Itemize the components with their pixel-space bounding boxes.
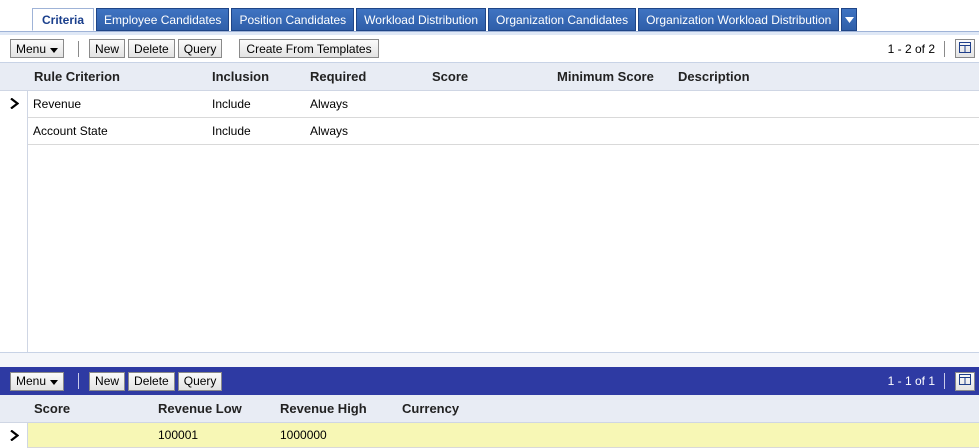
column-header-score[interactable]: Score <box>432 63 468 91</box>
column-header-required[interactable]: Required <box>310 63 366 91</box>
values-list: Score Revenue Low Revenue High Currency … <box>0 395 979 448</box>
cell-rule-criterion[interactable]: Revenue <box>33 91 81 118</box>
menu-label: Menu <box>16 374 47 388</box>
criteria-column-picker-button[interactable] <box>955 39 975 58</box>
values-delete-button[interactable]: Delete <box>128 371 175 391</box>
table-row[interactable]: Account State Include Always <box>28 118 979 145</box>
criteria-record-count: 1 - 2 of 2 <box>887 41 935 56</box>
values-column-picker-button[interactable] <box>955 371 975 391</box>
row-selector-column <box>0 91 28 352</box>
column-header-score[interactable]: Score <box>34 395 70 423</box>
tab-organization-candidates[interactable]: Organization Candidates <box>488 8 637 31</box>
current-row-indicator[interactable] <box>10 91 22 118</box>
current-row-indicator[interactable] <box>10 423 22 448</box>
tab-strip: Criteria Employee Candidates Position Ca… <box>32 8 858 31</box>
column-header-rule-criterion[interactable]: Rule Criterion <box>34 63 120 91</box>
column-header-minimum-score[interactable]: Minimum Score <box>557 63 654 91</box>
chevron-down-icon <box>844 16 854 23</box>
criteria-menu-button[interactable]: Menu <box>10 39 65 58</box>
cell-rule-criterion[interactable]: Account State <box>33 118 108 145</box>
criteria-new-button[interactable]: New <box>89 39 126 58</box>
table-row[interactable]: Revenue Include Always <box>28 91 979 118</box>
column-header-revenue-high[interactable]: Revenue High <box>280 395 367 423</box>
table-row[interactable]: 100001 1000000 <box>28 423 979 448</box>
criteria-query-button[interactable]: Query <box>177 39 223 58</box>
chevron-right-icon <box>10 429 20 444</box>
columns-icon <box>959 41 971 56</box>
column-header-inclusion[interactable]: Inclusion <box>212 63 269 91</box>
values-query-button[interactable]: Query <box>177 371 223 391</box>
view-tab-bar: Criteria Employee Candidates Position Ca… <box>0 0 979 35</box>
pager-separator <box>944 373 945 389</box>
chevron-right-icon <box>10 97 20 112</box>
values-menu-button[interactable]: Menu <box>10 371 65 391</box>
pager-separator <box>944 40 945 57</box>
menu-label: Menu <box>16 41 47 56</box>
column-header-description[interactable]: Description <box>678 63 750 91</box>
values-toolbar: Menu New Delete Query 1 - 1 of 1 <box>0 367 979 395</box>
cell-inclusion[interactable]: Include <box>212 118 251 145</box>
criteria-list-header: Rule Criterion Inclusion Required Score … <box>0 63 979 91</box>
tab-workload-distribution[interactable]: Workload Distribution <box>356 8 486 31</box>
criteria-delete-button[interactable]: Delete <box>128 39 175 58</box>
tab-employee-candidates[interactable]: Employee Candidates <box>96 8 230 31</box>
tab-position-candidates[interactable]: Position Candidates <box>231 8 355 31</box>
toolbar-separator <box>78 373 80 389</box>
values-record-count: 1 - 1 of 1 <box>887 374 935 388</box>
caret-down-icon <box>50 42 59 56</box>
create-from-templates-button[interactable]: Create From Templates <box>239 39 379 58</box>
values-new-button[interactable]: New <box>89 371 126 391</box>
cell-required[interactable]: Always <box>310 118 348 145</box>
tab-criteria[interactable]: Criteria <box>32 8 95 31</box>
column-header-revenue-low[interactable]: Revenue Low <box>158 395 242 423</box>
cell-required[interactable]: Always <box>310 91 348 118</box>
tab-overflow-button[interactable] <box>841 8 858 31</box>
toolbar-separator <box>78 40 80 57</box>
applet-spacer <box>0 353 979 367</box>
cell-inclusion[interactable]: Include <box>212 91 251 118</box>
column-header-currency[interactable]: Currency <box>402 395 459 423</box>
cell-revenue-low[interactable]: 100001 <box>158 423 198 448</box>
columns-icon <box>959 374 971 388</box>
criteria-toolbar: Menu New Delete Query Create From Templa… <box>0 35 979 63</box>
caret-down-icon <box>50 374 59 388</box>
criteria-list: Rule Criterion Inclusion Required Score … <box>0 63 979 353</box>
values-list-header: Score Revenue Low Revenue High Currency <box>0 395 979 423</box>
tab-organization-workload-distribution[interactable]: Organization Workload Distribution <box>638 8 840 31</box>
cell-revenue-high[interactable]: 1000000 <box>280 423 327 448</box>
